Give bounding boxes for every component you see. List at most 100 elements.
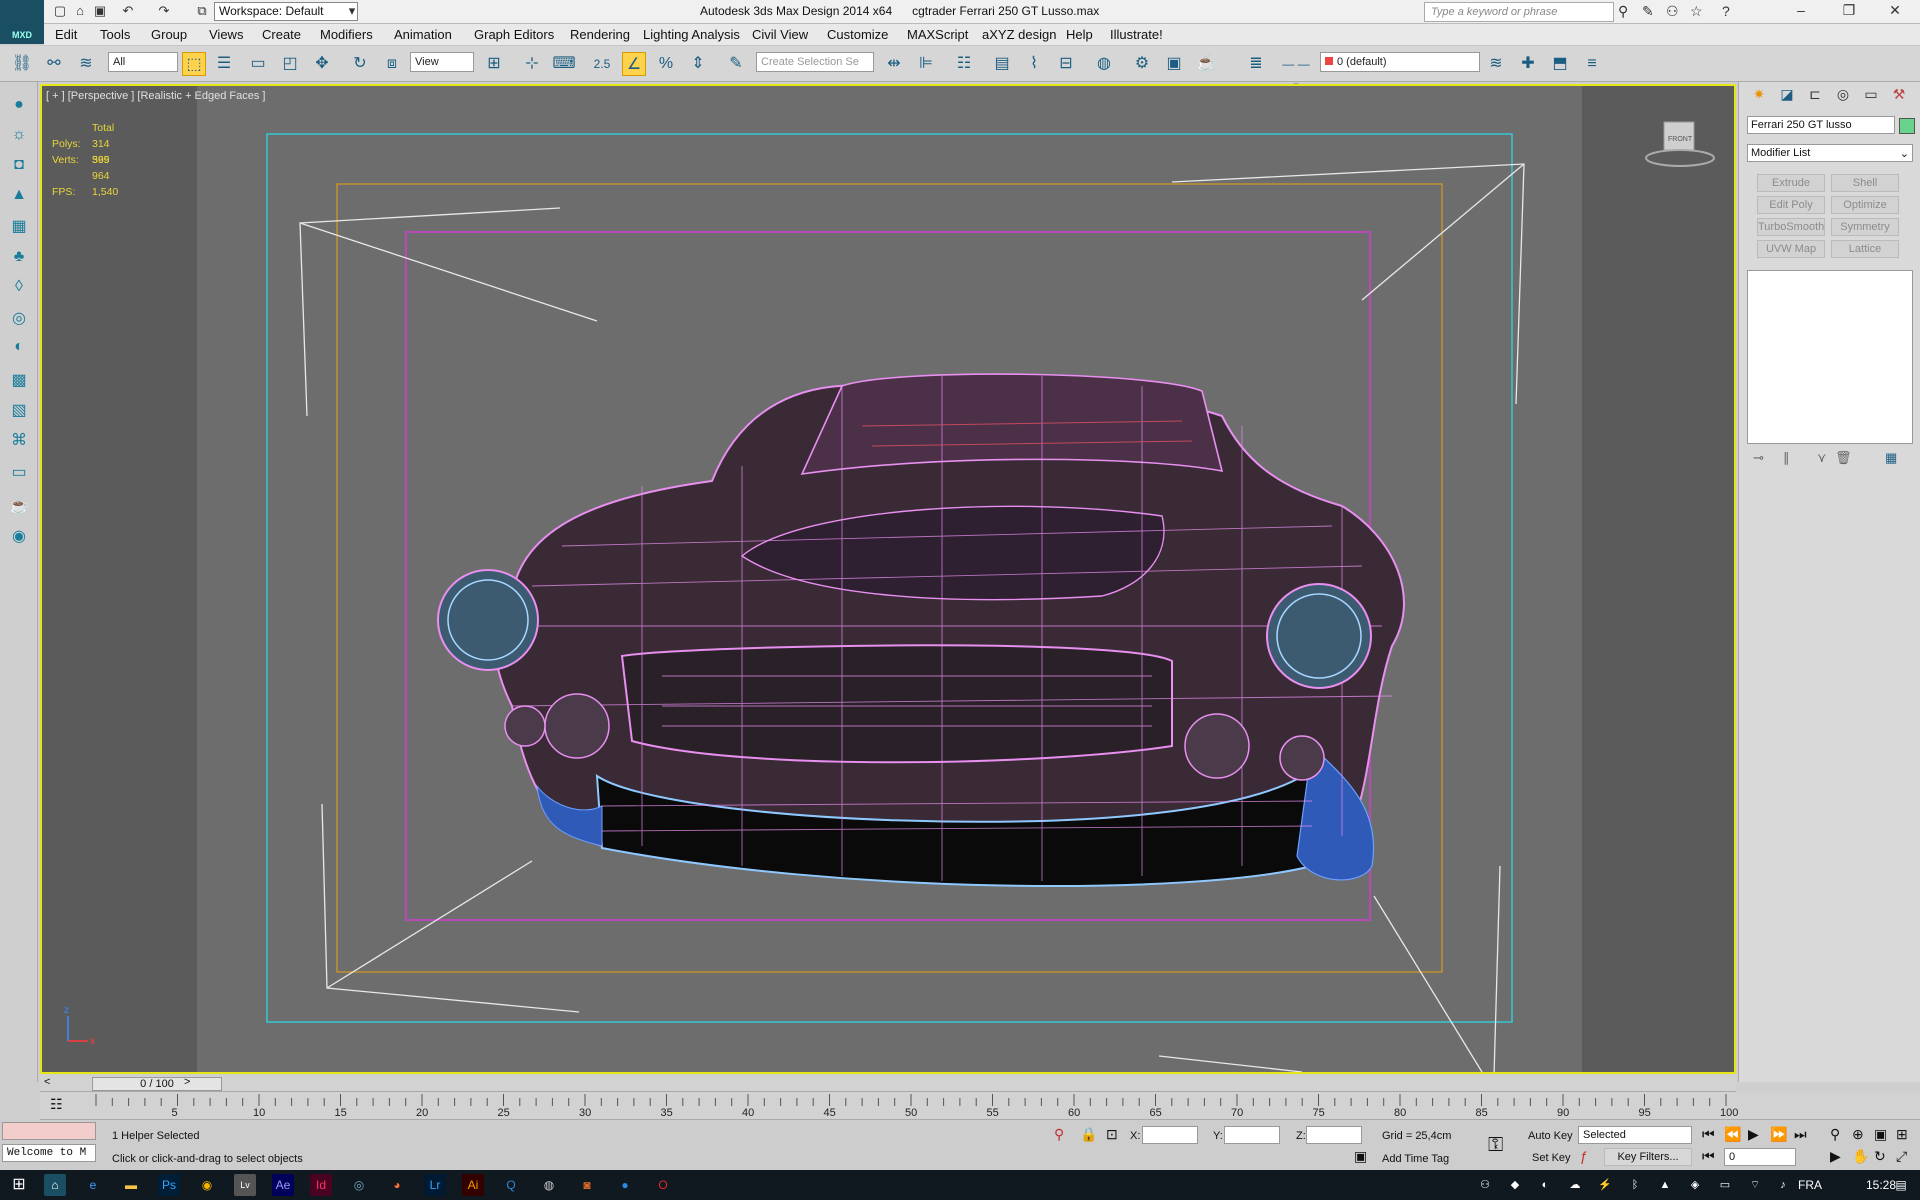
3dsmax-taskbar-icon[interactable]: ⌂ [44,1174,66,1196]
tray-people-icon[interactable]: ⚇ [1474,1174,1496,1196]
app-q-icon[interactable]: Q [500,1174,522,1196]
modify-tab-icon[interactable]: ◪ [1775,86,1799,108]
extrude-button[interactable]: Extrude [1757,174,1825,192]
key-mode-icon[interactable]: ⏮ [1702,1148,1715,1165]
open-file-icon[interactable]: ⌂ [72,3,88,19]
menu-axyz-design[interactable]: aXYZ design [982,27,1056,42]
x-coordinate-field[interactable] [1142,1126,1198,1144]
menu-rendering[interactable]: Rendering [570,27,630,42]
tray-volume-icon[interactable]: ♪ [1772,1174,1794,1196]
help-search-input[interactable]: Type a keyword or phrase [1424,2,1614,22]
z-coordinate-field[interactable] [1306,1126,1362,1144]
close-icon[interactable]: ✕ [1880,2,1910,22]
app-blue-icon[interactable]: ● [614,1174,636,1196]
save-file-icon[interactable]: ▣ [92,3,108,19]
time-slider[interactable]: 0 / 100 [92,1077,222,1091]
tray-network-icon[interactable]: ◐ [1534,1174,1556,1196]
select-objects-in-layer-icon[interactable]: ≡ [1580,52,1604,76]
maximize-viewport-icon[interactable]: ⤢ [1896,1148,1907,1165]
symmetry-button[interactable]: Symmetry [1831,218,1899,236]
maxscript-mini-listener[interactable]: Welcome to M [2,1144,96,1162]
create-new-layer-icon[interactable]: ✚ [1516,52,1540,76]
y-coordinate-field[interactable] [1224,1126,1280,1144]
image-icon[interactable]: ▧ [8,400,30,422]
camera-icon[interactable]: ◘ [8,156,30,178]
tray-cloud-icon[interactable]: ☁ [1564,1174,1586,1196]
turbosmooth-button[interactable]: TurboSmooth [1757,218,1825,236]
render-production-icon[interactable]: ☕ [1194,52,1218,76]
keyboard-shortcut-override-icon[interactable]: ⌨ [552,52,576,76]
photoshop-icon[interactable]: Ps [158,1174,180,1196]
field-of-view-icon[interactable]: ▶ [1830,1148,1841,1165]
object-color-swatch[interactable] [1899,118,1915,134]
shell-button[interactable]: Shell [1831,174,1899,192]
subscription-icon[interactable]: ✎ [1642,3,1654,20]
menu-civil-view[interactable]: Civil View [752,27,808,42]
ribbon-icon[interactable]: ▤ [990,52,1014,76]
bulb-icon[interactable]: ◉ [8,526,30,548]
select-object-icon[interactable]: ⬚ [182,52,206,76]
render-setup-icon[interactable]: ⚙ [1130,52,1154,76]
window-icon[interactable]: ▭ [8,462,30,484]
current-frame-field[interactable]: 0 [1724,1148,1796,1166]
tray-battery-icon[interactable]: ▭ [1714,1174,1736,1196]
key-filter-curve-icon[interactable]: ƒ [1580,1148,1588,1164]
grid-icon[interactable]: ▩ [8,370,30,392]
next-key-icon[interactable]: ⏩ [1770,1126,1787,1143]
schematic-view-icon[interactable]: ⊟ [1054,52,1078,76]
orbit-icon[interactable]: ↻ [1874,1148,1886,1165]
add-selection-to-layer-icon[interactable]: ⬒ [1548,52,1572,76]
edit-named-selection-icon[interactable]: ✎ [724,52,748,76]
scale-icon[interactable]: ⧈ [380,52,404,76]
teapot-icon[interactable]: ☕ [8,496,30,518]
timeline[interactable]: ☷ 5 10 15 20 25 30 35 40 45 50 55 60 65 70 75 80 85 90 95 1… [40,1092,1920,1120]
bind-space-warp-icon[interactable]: ≋ [74,52,98,76]
create-tab-icon[interactable]: ✷ [1747,86,1771,108]
uvw-map-button[interactable]: UVW Map [1757,240,1825,258]
opera-icon[interactable]: O [652,1174,674,1196]
menu-modifiers[interactable]: Modifiers [320,27,373,42]
tray-dropbox-icon[interactable]: ◆ [1504,1174,1526,1196]
paint-icon[interactable]: ▦ [8,216,30,238]
snaps-toggle[interactable]: 2.5 [590,52,614,76]
new-file-icon[interactable]: ▢ [52,3,68,19]
help-icon[interactable]: ? [1722,3,1730,19]
menu-tools[interactable]: Tools [100,27,130,42]
menu-views[interactable]: Views [209,27,243,42]
menu-maxscript[interactable]: MAXScript [907,27,968,42]
key-icon[interactable]: ⚿ [1488,1134,1503,1157]
app-orange-icon[interactable]: ◙ [576,1174,598,1196]
selection-lock-icon[interactable]: 🔒 [1080,1126,1097,1143]
named-selection-dropdown[interactable]: Create Selection Se [756,52,874,72]
favorites-icon[interactable]: ☆ [1690,3,1703,20]
select-by-name-icon[interactable]: ☰ [212,52,236,76]
show-end-result-icon[interactable]: ∥ [1783,450,1790,466]
hierarchy-tab-icon[interactable]: ⊏ [1803,86,1827,108]
select-manipulate-icon[interactable]: ⊹ [520,52,544,76]
utilities-tab-icon[interactable]: ⚒ [1887,86,1911,108]
modifier-stack[interactable] [1747,270,1913,444]
redo-icon[interactable]: ↷ [156,3,172,19]
spinner-snap-icon[interactable]: ⇕ [686,52,710,76]
zoom-extents-all-icon[interactable]: ⊞ [1896,1126,1908,1143]
display-tab-icon[interactable]: ▭ [1859,86,1883,108]
go-to-start-icon[interactable]: ⏮ [1702,1126,1715,1143]
edge-icon[interactable]: e [82,1174,104,1196]
rectangular-selection-icon[interactable]: ▭ [246,52,270,76]
minimize-icon[interactable]: – [1786,2,1816,22]
mirror-icon[interactable]: ⇹ [882,52,906,76]
manage-layers-icon[interactable]: ≣ [1244,52,1268,76]
zoom-icon[interactable]: ⚲ [1830,1126,1840,1143]
community-icon[interactable]: ⚇ [1666,3,1679,20]
time-tag-icon[interactable]: ▣ [1354,1148,1367,1165]
zoom-extents-icon[interactable]: ▣ [1874,1126,1887,1143]
optimize-button[interactable]: Optimize [1831,196,1899,214]
file-explorer-icon[interactable]: ▬ [120,1174,142,1196]
maxscript-mini-listener-pink[interactable] [2,1122,96,1140]
tray-wifi-icon[interactable]: ⌔ [1744,1174,1766,1196]
add-time-tag[interactable]: Add Time Tag [1382,1153,1449,1165]
illustrator-icon[interactable]: Ai [462,1174,484,1196]
perspective-viewport[interactable]: z x FRONT [ + ] [Perspective ] [Realisti… [40,84,1736,1074]
app-circle-icon[interactable]: ◎ [348,1174,370,1196]
network-icon[interactable]: ⌘ [8,430,30,452]
